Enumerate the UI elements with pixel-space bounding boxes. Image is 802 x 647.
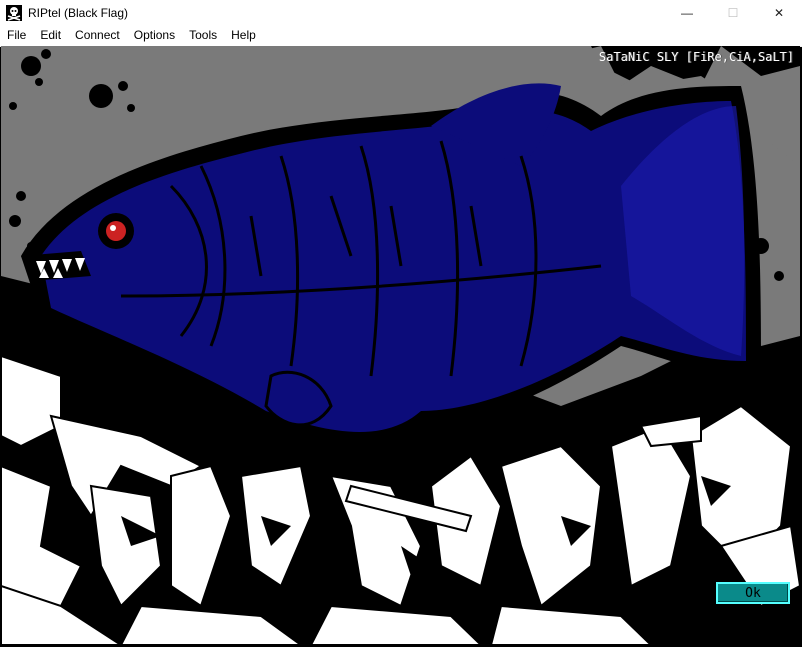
menu-connect[interactable]: Connect	[68, 25, 127, 46]
piranha-artwork	[1, 46, 800, 645]
window-controls: — ☐ ✕	[664, 0, 802, 25]
artist-credit: SaTaNiC SLY [FiRe,CiA,SaLT]	[598, 50, 794, 64]
maximize-button[interactable]: ☐	[710, 0, 756, 25]
window-title: RIPtel (Black Flag)	[28, 5, 129, 20]
menu-tools[interactable]: Tools	[182, 25, 224, 46]
riptel-window: RIPtel (Black Flag) — ☐ ✕ File Edit Conn…	[0, 0, 802, 647]
close-button[interactable]: ✕	[756, 0, 802, 25]
title-bar[interactable]: RIPtel (Black Flag) — ☐ ✕	[0, 0, 802, 26]
menu-bar: File Edit Connect Options Tools Help	[0, 25, 802, 47]
jolly-roger-icon	[6, 4, 22, 21]
fish-eye	[98, 213, 134, 249]
menu-file[interactable]: File	[0, 25, 33, 46]
menu-help[interactable]: Help	[224, 25, 263, 46]
minimize-button[interactable]: —	[664, 0, 710, 25]
menu-edit[interactable]: Edit	[33, 25, 68, 46]
menu-options[interactable]: Options	[127, 25, 182, 46]
rip-canvas[interactable]: SaTaNiC SLY [FiRe,CiA,SaLT]	[1, 46, 800, 645]
ok-button[interactable]: Ok	[716, 582, 790, 604]
